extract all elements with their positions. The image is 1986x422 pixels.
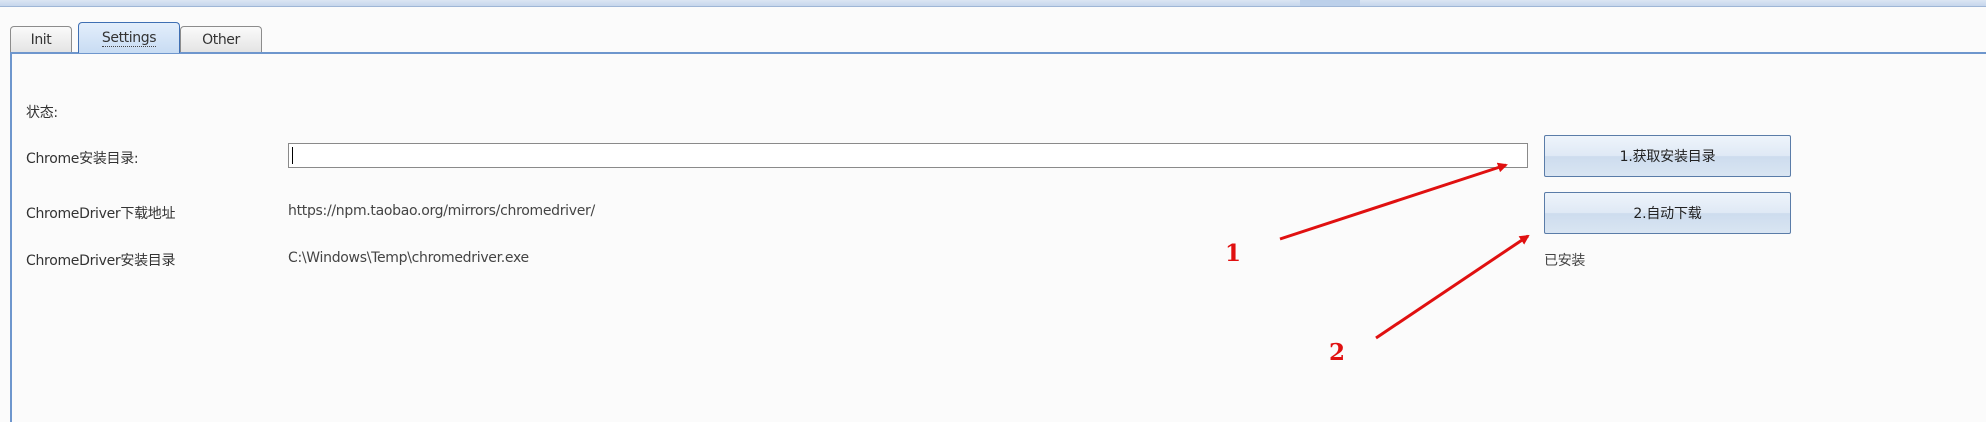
app-window: Init Settings Other 状态: Chrome安装目录: 1.获取… [0,0,1986,422]
annotation-number-1: 1 [1225,240,1242,267]
annotation-arrows [1279,162,1530,340]
tab-settings-label: Settings [101,29,157,47]
tab-settings[interactable]: Settings [78,22,180,53]
annotation-number-2: 2 [1329,339,1346,366]
arrow-2 [1375,234,1530,340]
arrow-1 [1279,162,1508,241]
